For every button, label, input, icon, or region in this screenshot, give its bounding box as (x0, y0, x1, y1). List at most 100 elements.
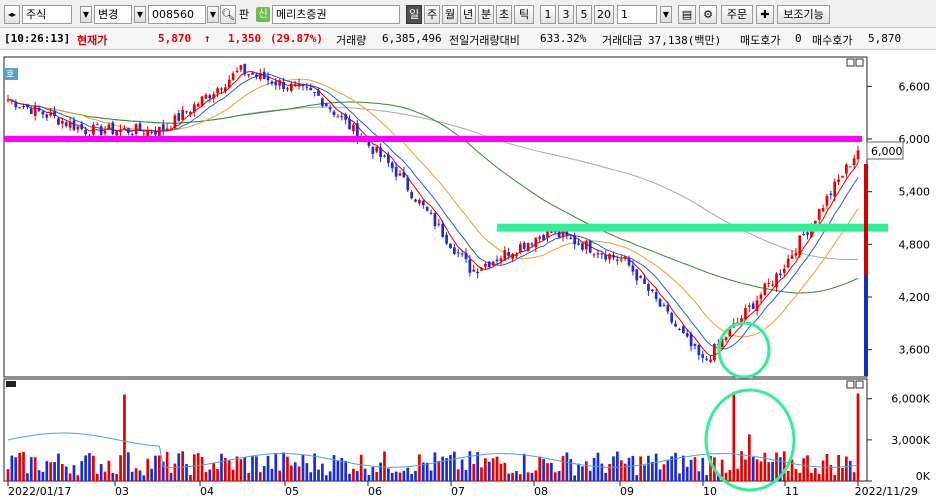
period-second-button[interactable]: 초 (496, 5, 512, 24)
candle-body (332, 111, 336, 115)
candle-body (255, 74, 258, 77)
minute-3-button[interactable]: 3 (558, 5, 574, 24)
candle-body (150, 131, 153, 133)
volume-bar (33, 457, 37, 481)
panel-close-icon[interactable] (855, 58, 864, 67)
volume-bar (794, 469, 798, 481)
stock-name-field[interactable]: 메리츠증권 (272, 5, 400, 24)
candle-body (856, 150, 860, 160)
count-input[interactable]: 1 (617, 5, 657, 24)
minute-5-button[interactable]: 5 (576, 5, 592, 24)
candle-body (185, 111, 188, 113)
volume-maximize-icon[interactable] (846, 380, 855, 389)
volume-bar (433, 452, 437, 481)
search-icon[interactable]: 🔍︎ (220, 5, 236, 24)
volume-bar (258, 472, 262, 481)
stock-chart[interactable]: 호 6,600 6,000 5,400 4,800 4,200 3,600 6,000K 3,… (0, 52, 936, 499)
candle-body (759, 294, 763, 299)
count-dropdown-icon[interactable]: ▼ (660, 6, 672, 23)
candle-body (852, 158, 856, 166)
nav-arrows-icon[interactable]: ◂▸ (4, 5, 20, 24)
candle-body (10, 100, 14, 102)
candle-body (445, 234, 448, 244)
candle-body (278, 80, 282, 86)
volume-bar (775, 452, 778, 481)
candle-body (456, 252, 460, 254)
indicator-button[interactable]: 보조기능 (777, 5, 830, 24)
candle-body (146, 129, 150, 137)
volume-bar (251, 456, 254, 481)
volume-bar (425, 462, 429, 481)
period-year-button[interactable]: 년 (460, 5, 476, 24)
date-tick-label: 07 (451, 485, 465, 498)
candle-body (247, 74, 250, 76)
volume-bar (130, 471, 134, 481)
candle-body (767, 283, 771, 285)
volume-bar (173, 463, 177, 481)
gear-icon[interactable]: ⚙ (699, 5, 717, 24)
change-dropdown-icon[interactable]: ▼ (134, 6, 146, 23)
volume-bar (262, 466, 266, 481)
change-select[interactable]: 변경 (94, 5, 132, 24)
candle-body (123, 128, 126, 130)
volume-bar (367, 475, 371, 481)
minute-20-button[interactable]: 20 (594, 5, 614, 24)
period-week-button[interactable]: 주 (424, 5, 440, 24)
candle-body (674, 323, 677, 327)
volume-bar (379, 462, 382, 481)
volume-bar (348, 473, 351, 481)
volume-close-icon[interactable] (855, 380, 864, 389)
candle-body (119, 129, 122, 133)
period-tick-button[interactable]: 틱 (514, 5, 534, 24)
period-minute-button[interactable]: 분 (478, 5, 494, 24)
candle-body (487, 261, 491, 268)
stock-code-dropdown-icon[interactable]: ▼ (207, 6, 219, 23)
panel-maximize-icon[interactable] (846, 58, 855, 67)
volume-bar (332, 455, 336, 481)
candle-body (747, 305, 751, 307)
volume-bar (600, 463, 604, 481)
period-day-button[interactable]: 일 (406, 5, 422, 24)
volume-bar (813, 468, 817, 481)
save-icon[interactable]: ▤ (678, 5, 696, 24)
candle-body (476, 271, 479, 274)
candle-body (328, 107, 332, 110)
volume-panel-marker (6, 381, 16, 387)
volume-bar (95, 473, 99, 481)
candle-body (251, 72, 254, 75)
candle-body (406, 177, 410, 191)
candle-body (848, 166, 852, 168)
volume-bar (584, 461, 588, 481)
sin-badge[interactable]: 신 (256, 7, 270, 22)
market-type-select[interactable]: 주식 (22, 5, 72, 24)
volume-bar (522, 453, 526, 481)
candle-body (425, 206, 429, 211)
period-month-button[interactable]: 월 (442, 5, 458, 24)
order-button[interactable]: 주문 (721, 5, 753, 24)
candle-body (348, 118, 351, 130)
volume-bar (344, 460, 348, 481)
crosshair-icon[interactable]: ✚ (756, 5, 774, 24)
candle-body (596, 253, 600, 255)
volume-bar (158, 455, 161, 481)
stock-code-input[interactable]: 008560 (148, 5, 206, 24)
candle-body (697, 344, 701, 356)
volume-bar (833, 474, 837, 481)
candle-body (99, 126, 103, 135)
volume-bar (216, 469, 219, 481)
volume-bar (511, 472, 514, 481)
volume-bar (503, 462, 507, 481)
volume-bar (841, 467, 844, 481)
candle-body (200, 96, 204, 106)
market-type-dropdown-icon[interactable]: ▼ (80, 6, 92, 23)
candle-body (538, 236, 542, 239)
volume-bar (239, 459, 243, 481)
quote-status-bar: [10:26:13] 현재가 5,870 ↑ 1,350 (29.87%) 거래… (0, 28, 936, 50)
volume-bar (643, 465, 646, 481)
prev-volume-ratio-label: 전일거래량대비 (449, 34, 520, 47)
candle-body (581, 243, 584, 250)
candle-body (577, 243, 580, 245)
volume-bar (352, 468, 355, 481)
volume-bar (154, 455, 157, 481)
minute-1-button[interactable]: 1 (540, 5, 556, 24)
